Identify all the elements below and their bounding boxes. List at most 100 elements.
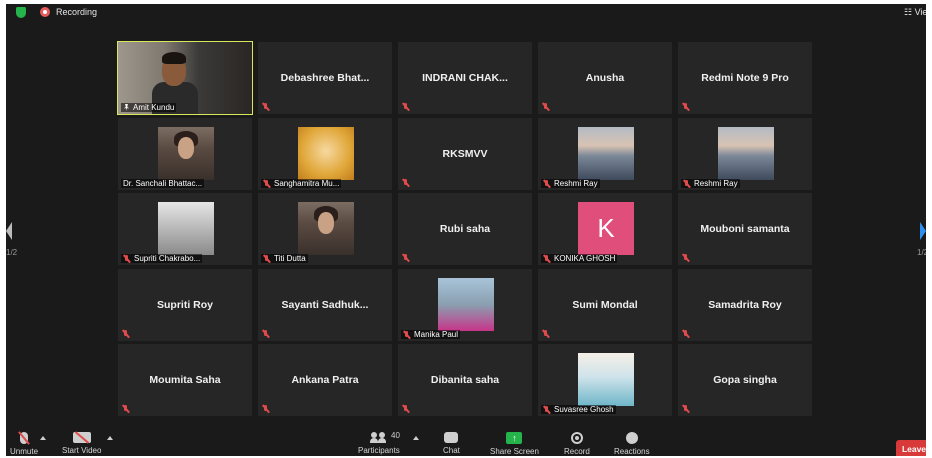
participant-label: Suvasree Ghosh <box>541 405 616 414</box>
participant-profile-photo <box>298 127 354 180</box>
participant-label: Supriti Chakrabo... <box>121 254 203 263</box>
participant-tile[interactable]: Gopa singha <box>678 344 812 416</box>
recording-icon <box>40 7 50 17</box>
microphone-muted-icon <box>20 432 28 444</box>
zoom-meeting-window: Recording ☷ View 1/2 1/2 Amit Kundu Debas… <box>6 4 926 456</box>
participant-tile[interactable]: Sayanti Sadhuk... <box>258 269 392 341</box>
participant-label: Reshmi Ray <box>681 179 740 188</box>
participant-tile[interactable]: Ankana Patra <box>258 344 392 416</box>
chat-button[interactable]: Chat <box>443 432 460 455</box>
participant-tile[interactable]: Mouboni samanta <box>678 193 812 265</box>
recording-label: Recording <box>56 7 98 17</box>
participant-tile[interactable]: Samadrita Roy <box>678 269 812 341</box>
chat-label: Chat <box>443 446 460 455</box>
participant-name: Ankana Patra <box>291 374 359 386</box>
participant-name: Rubi saha <box>439 223 491 235</box>
muted-microphone-icon <box>122 405 130 413</box>
participant-grid: Amit Kundu Debashree Bhat... INDRANI CHAK.… <box>117 41 814 420</box>
view-label: View <box>914 7 926 17</box>
participant-tile[interactable]: Moumita Saha <box>118 344 252 416</box>
participant-label-text: Manika Paul <box>414 330 459 339</box>
participant-name: Redmi Note 9 Pro <box>701 72 789 84</box>
muted-microphone-icon <box>543 254 551 263</box>
muted-microphone-icon <box>262 405 270 413</box>
muted-microphone-icon <box>542 103 550 111</box>
participant-tile[interactable]: Debashree Bhat... <box>258 42 392 114</box>
unmute-label: Unmute <box>10 447 39 456</box>
previous-page-arrow-icon[interactable] <box>6 222 12 240</box>
page-indicator-right: 1/2 <box>917 248 926 257</box>
participant-tile[interactable]: Amit Kundu <box>117 41 253 115</box>
participant-label: Manika Paul <box>401 330 461 339</box>
next-page-arrow-icon[interactable] <box>920 222 926 240</box>
participant-label-text: Reshmi Ray <box>554 179 598 188</box>
participant-tile[interactable]: Dr. Sanchali Bhattac... <box>118 118 252 190</box>
participant-profile-photo <box>578 127 634 180</box>
participant-tile[interactable]: Manika Paul <box>398 269 532 341</box>
participant-tile[interactable]: Sumi Mondal <box>538 269 672 341</box>
participant-tile[interactable]: Redmi Note 9 Pro <box>678 42 812 114</box>
participant-tile[interactable]: RKSMVV <box>398 118 532 190</box>
participant-name: Dibanita saha <box>430 374 500 386</box>
participants-options-chevron-icon[interactable] <box>413 436 419 440</box>
participant-label-text: KONIKA GHOSH <box>554 254 616 263</box>
participant-name: Debashree Bhat... <box>280 72 370 84</box>
muted-microphone-icon <box>682 330 690 338</box>
muted-microphone-icon <box>403 330 411 339</box>
video-options-chevron-icon[interactable] <box>107 436 113 440</box>
participant-label-text: Sanghamitra Mu... <box>274 179 340 188</box>
participant-profile-photo: K <box>578 202 634 255</box>
muted-microphone-icon <box>402 405 410 413</box>
participant-tile[interactable]: Suvasree Ghosh <box>538 344 672 416</box>
muted-microphone-icon <box>263 179 271 188</box>
muted-microphone-icon <box>542 330 550 338</box>
muted-microphone-icon <box>683 179 691 188</box>
participant-label: Reshmi Ray <box>541 179 600 188</box>
participant-profile-photo <box>578 353 634 406</box>
shield-icon[interactable] <box>16 7 26 18</box>
share-screen-button[interactable]: ↑ Share Screen <box>490 432 539 456</box>
muted-microphone-icon <box>402 179 410 187</box>
participant-name: Mouboni samanta <box>700 223 790 235</box>
share-screen-label: Share Screen <box>490 447 539 456</box>
participant-tile[interactable]: Dibanita saha <box>398 344 532 416</box>
muted-microphone-icon <box>402 103 410 111</box>
meeting-toolbar: Unmute Start Video Participants 40 Chat … <box>6 428 926 456</box>
participant-label: Sanghamitra Mu... <box>261 179 342 188</box>
participant-tile[interactable]: Supriti Roy <box>118 269 252 341</box>
participant-tile[interactable]: Reshmi Ray <box>538 118 672 190</box>
participant-tile[interactable]: Anusha <box>538 42 672 114</box>
muted-microphone-icon <box>682 405 690 413</box>
record-icon <box>570 432 583 444</box>
muted-microphone-icon <box>263 254 271 263</box>
participant-name: Supriti Roy <box>156 299 213 311</box>
participant-label: Dr. Sanchali Bhattac... <box>121 179 205 188</box>
participant-tile[interactable]: Rubi saha <box>398 193 532 265</box>
view-button[interactable]: ☷ View <box>904 7 926 18</box>
participant-tile[interactable]: Sanghamitra Mu... <box>258 118 392 190</box>
participants-count: 40 <box>391 431 400 440</box>
participant-tile[interactable]: Supriti Chakrabo... <box>118 193 252 265</box>
participant-tile[interactable]: Titi Dutta <box>258 193 392 265</box>
leave-button[interactable]: Leave <box>896 440 926 456</box>
participant-name: RKSMVV <box>442 148 488 160</box>
participant-name: Sumi Mondal <box>572 299 638 311</box>
participant-label-text: Dr. Sanchali Bhattac... <box>123 179 203 188</box>
participant-label: Amit Kundu <box>121 103 177 112</box>
participant-tile[interactable]: Reshmi Ray <box>678 118 812 190</box>
unmute-button[interactable]: Unmute <box>10 432 38 456</box>
participant-profile-photo <box>158 127 214 180</box>
audio-options-chevron-icon[interactable] <box>40 436 46 440</box>
record-button[interactable]: Record <box>564 432 590 456</box>
start-video-button[interactable]: Start Video <box>62 432 101 455</box>
participant-profile-photo <box>298 202 354 255</box>
participants-label: Participants <box>358 446 400 455</box>
reactions-button[interactable]: Reactions <box>614 432 650 456</box>
participant-tile[interactable]: K KONIKA GHOSH <box>538 193 672 265</box>
participant-name: Sayanti Sadhuk... <box>281 299 369 311</box>
muted-microphone-icon <box>682 103 690 111</box>
participant-name: Moumita Saha <box>149 374 221 386</box>
start-video-label: Start Video <box>62 446 102 455</box>
participant-label-text: Reshmi Ray <box>694 179 738 188</box>
participant-tile[interactable]: INDRANI CHAK... <box>398 42 532 114</box>
